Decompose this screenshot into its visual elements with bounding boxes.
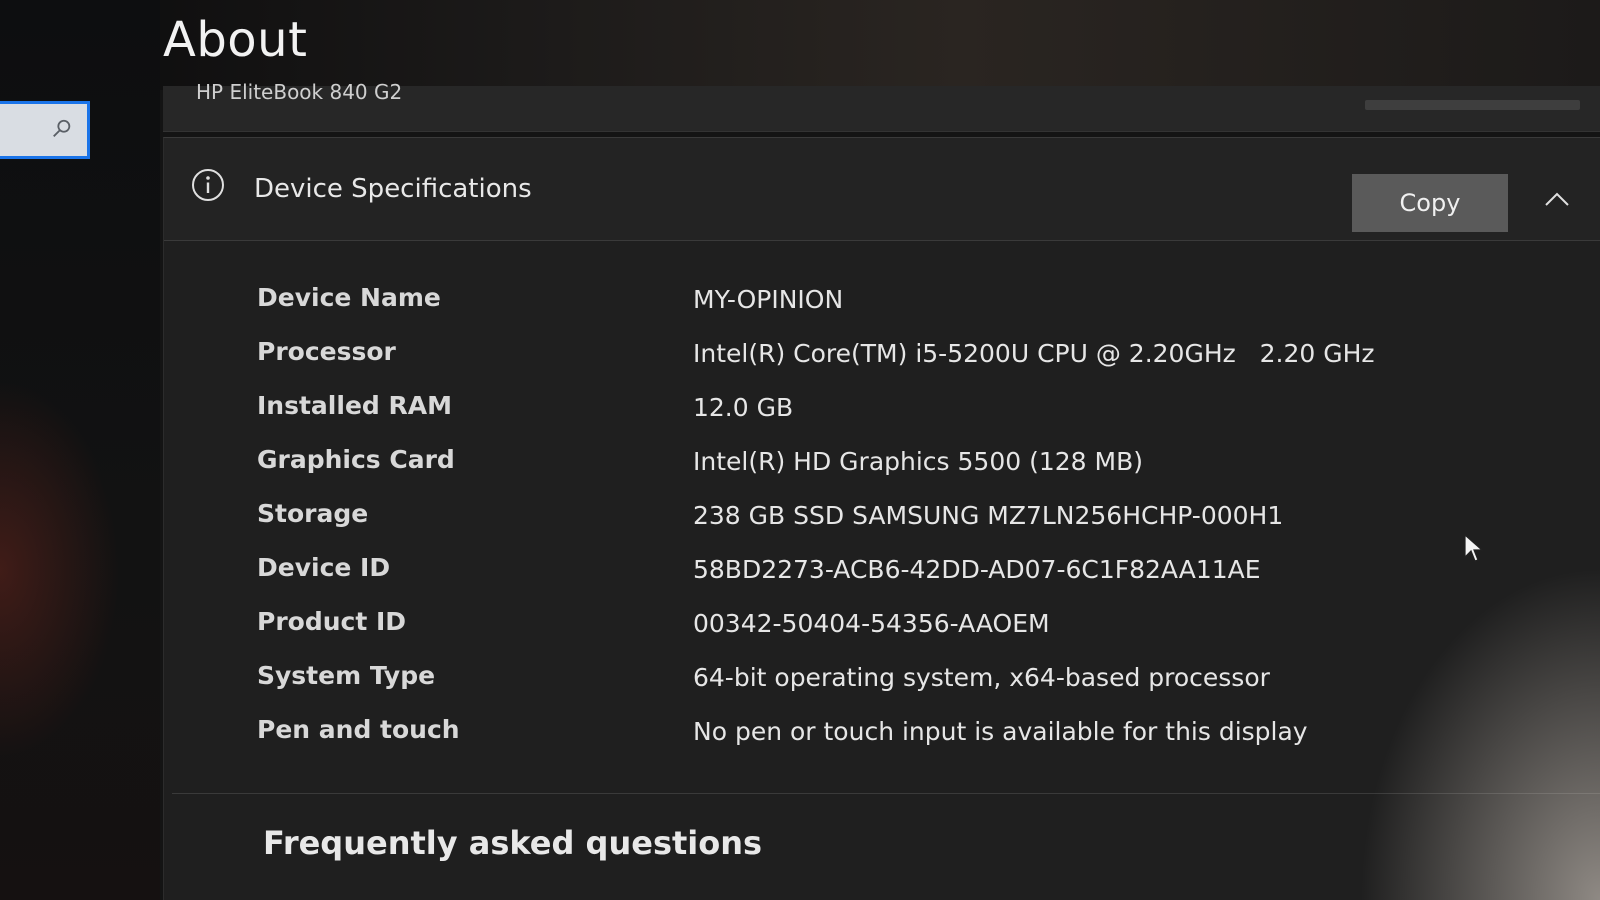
spec-row-storage: Storage 238 GB SSD SAMSUNG MZ7LN256HCHP-… <box>257 499 1457 553</box>
spec-row-graphics-card: Graphics Card Intel(R) HD Graphics 5500 … <box>257 445 1457 499</box>
ambient-light-left <box>0 380 120 760</box>
spec-row-installed-ram: Installed RAM 12.0 GB <box>257 391 1457 445</box>
spec-row-processor: Processor Intel(R) Core(TM) i5-5200U CPU… <box>257 337 1457 391</box>
spec-label: Installed RAM <box>257 391 452 420</box>
strip-bar <box>1365 100 1580 110</box>
spec-row-device-name: Device Name MY-OPINION <box>257 283 1457 337</box>
spec-label: Device ID <box>257 553 391 582</box>
spec-value: Intel(R) Core(TM) i5-5200U CPU @ 2.20GHz… <box>693 339 1375 368</box>
spec-row-pen-and-touch: Pen and touch No pen or touch input is a… <box>257 715 1457 769</box>
spec-value: Intel(R) HD Graphics 5500 (128 MB) <box>693 447 1143 476</box>
spec-value: 00342-50404-54356-AAOEM <box>693 609 1050 638</box>
spec-label: Device Name <box>257 283 441 312</box>
spec-value: No pen or touch input is available for t… <box>693 717 1308 746</box>
ambient-light-right <box>1340 540 1600 900</box>
spec-value: 64-bit operating system, x64-based proce… <box>693 663 1270 692</box>
spec-label: System Type <box>257 661 436 690</box>
spec-value: 58BD2273-ACB6-42DD-AD07-6C1F82AA11AE <box>693 555 1261 584</box>
device-specifications-title: Device Specifications <box>254 174 532 204</box>
spec-label: Processor <box>257 337 396 366</box>
spec-label: Storage <box>257 499 369 528</box>
spec-row-product-id: Product ID 00342-50404-54356-AAOEM <box>257 607 1457 661</box>
spec-label: Product ID <box>257 607 407 636</box>
info-icon <box>192 169 224 201</box>
device-specifications-header[interactable]: Device Specifications Copy <box>164 138 1600 241</box>
spec-value: 238 GB SSD SAMSUNG MZ7LN256HCHP-000H1 <box>693 501 1284 530</box>
spec-label: Pen and touch <box>257 715 460 744</box>
device-model-section: HP EliteBook 840 G2 <box>163 80 1600 132</box>
search-input[interactable] <box>0 101 90 159</box>
chevron-up-icon[interactable] <box>1544 190 1570 208</box>
mouse-cursor-icon <box>1464 533 1484 562</box>
spec-list: Device Name MY-OPINION Processor Intel(R… <box>257 283 1457 769</box>
device-model-name: HP EliteBook 840 G2 <box>196 80 403 104</box>
copy-button[interactable]: Copy <box>1352 174 1508 232</box>
spec-value: 12.0 GB <box>693 393 794 422</box>
spec-label: Graphics Card <box>257 445 455 474</box>
faq-heading: Frequently asked questions <box>263 824 763 862</box>
spec-value: MY-OPINION <box>693 285 844 314</box>
spec-row-system-type: System Type 64-bit operating system, x64… <box>257 661 1457 715</box>
page-title: About <box>163 12 308 68</box>
search-icon <box>53 119 71 137</box>
spec-row-device-id: Device ID 58BD2273-ACB6-42DD-AD07-6C1F82… <box>257 553 1457 607</box>
